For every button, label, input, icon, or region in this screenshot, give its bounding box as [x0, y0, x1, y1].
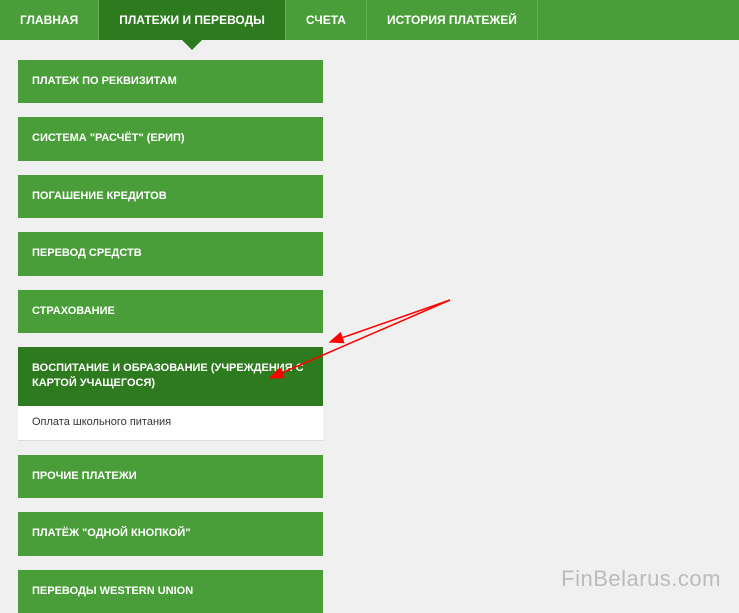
sub-item-school-meals[interactable]: Оплата школьного питания: [18, 406, 323, 441]
top-nav-bar: ГЛАВНАЯ ПЛАТЕЖИ И ПЕРЕВОДЫ СЧЕТА ИСТОРИЯ…: [0, 0, 739, 40]
menu-item-western-union[interactable]: ПЕРЕВОДЫ WESTERN UNION: [18, 570, 323, 613]
nav-tab-home[interactable]: ГЛАВНАЯ: [0, 0, 99, 40]
menu-item-insurance[interactable]: СТРАХОВАНИЕ: [18, 290, 323, 333]
menu-content: ПЛАТЕЖ ПО РЕКВИЗИТАМ СИСТЕМА "РАСЧЁТ" (Е…: [0, 40, 739, 613]
menu-item-transfer[interactable]: ПЕРЕВОД СРЕДСТВ: [18, 232, 323, 275]
menu-item-requisites[interactable]: ПЛАТЕЖ ПО РЕКВИЗИТАМ: [18, 60, 323, 103]
watermark: FinBelarus.com: [561, 566, 721, 592]
menu-item-onebutton[interactable]: ПЛАТЁЖ "ОДНОЙ КНОПКОЙ": [18, 512, 323, 555]
menu-item-other[interactable]: ПРОЧИЕ ПЛАТЕЖИ: [18, 455, 323, 498]
menu-item-credits[interactable]: ПОГАШЕНИЕ КРЕДИТОВ: [18, 175, 323, 218]
nav-tab-accounts[interactable]: СЧЕТА: [286, 0, 367, 40]
menu-item-erip[interactable]: СИСТЕМА "РАСЧЁТ" (ЕРИП): [18, 117, 323, 160]
nav-tab-payments[interactable]: ПЛАТЕЖИ И ПЕРЕВОДЫ: [99, 0, 286, 40]
menu-item-education[interactable]: ВОСПИТАНИЕ И ОБРАЗОВАНИЕ (УЧРЕЖДЕНИЯ С К…: [18, 347, 323, 406]
nav-tab-history[interactable]: ИСТОРИЯ ПЛАТЕЖЕЙ: [367, 0, 538, 40]
